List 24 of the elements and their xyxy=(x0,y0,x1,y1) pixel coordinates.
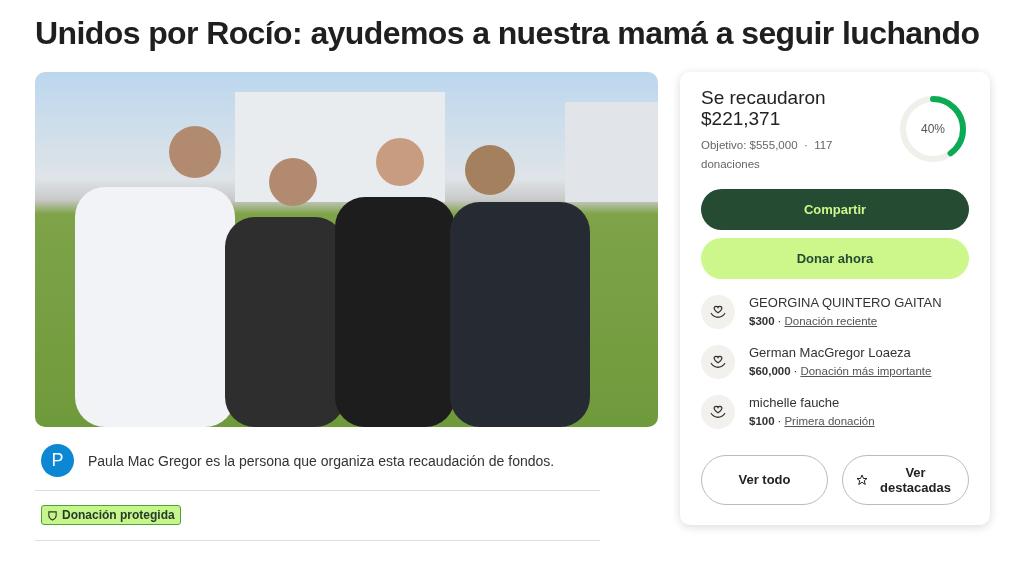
donation-amount: $100 xyxy=(749,414,775,427)
raised-amount: Se recaudaron $221,371 xyxy=(701,88,827,131)
shield-icon xyxy=(47,509,58,521)
donation-tag-link[interactable]: Donación más importante xyxy=(800,364,932,377)
badge-text: Donación protegida xyxy=(62,508,175,523)
see-all-button[interactable]: Ver todo xyxy=(701,454,828,505)
donation-tag-link[interactable]: Primera donación xyxy=(784,414,875,427)
see-featured-button[interactable]: Ver destacadas xyxy=(842,454,969,505)
donation-tag-link[interactable]: Donación reciente xyxy=(784,314,878,327)
donation-amount: $300 xyxy=(749,314,775,327)
page-title: Unidos por Rocío: ayudemos a nuestra mamá a seguir luchando xyxy=(35,14,981,53)
goal-text: Objetivo: $555,000 · 117 donaciones xyxy=(701,138,834,172)
donate-button[interactable]: Donar ahora xyxy=(701,237,969,279)
donor-name: michelle fauche xyxy=(749,394,841,410)
separator-dot: · xyxy=(777,314,782,327)
share-button[interactable]: Compartir xyxy=(701,188,969,230)
organizer-text: Paula Mac Gregor es la persona que organiza esta recaudación de fondos. xyxy=(88,452,555,469)
star-icon xyxy=(855,473,868,486)
donor-name: GEORGINA QUINTERO GAITAN xyxy=(749,294,942,310)
donation-amount: $60,000 xyxy=(749,364,791,377)
separator-dot: · xyxy=(777,414,782,427)
separator-dot: · xyxy=(793,364,798,377)
avatar: P xyxy=(41,444,74,478)
donor-name: German MacGregor Loaeza xyxy=(749,344,912,360)
